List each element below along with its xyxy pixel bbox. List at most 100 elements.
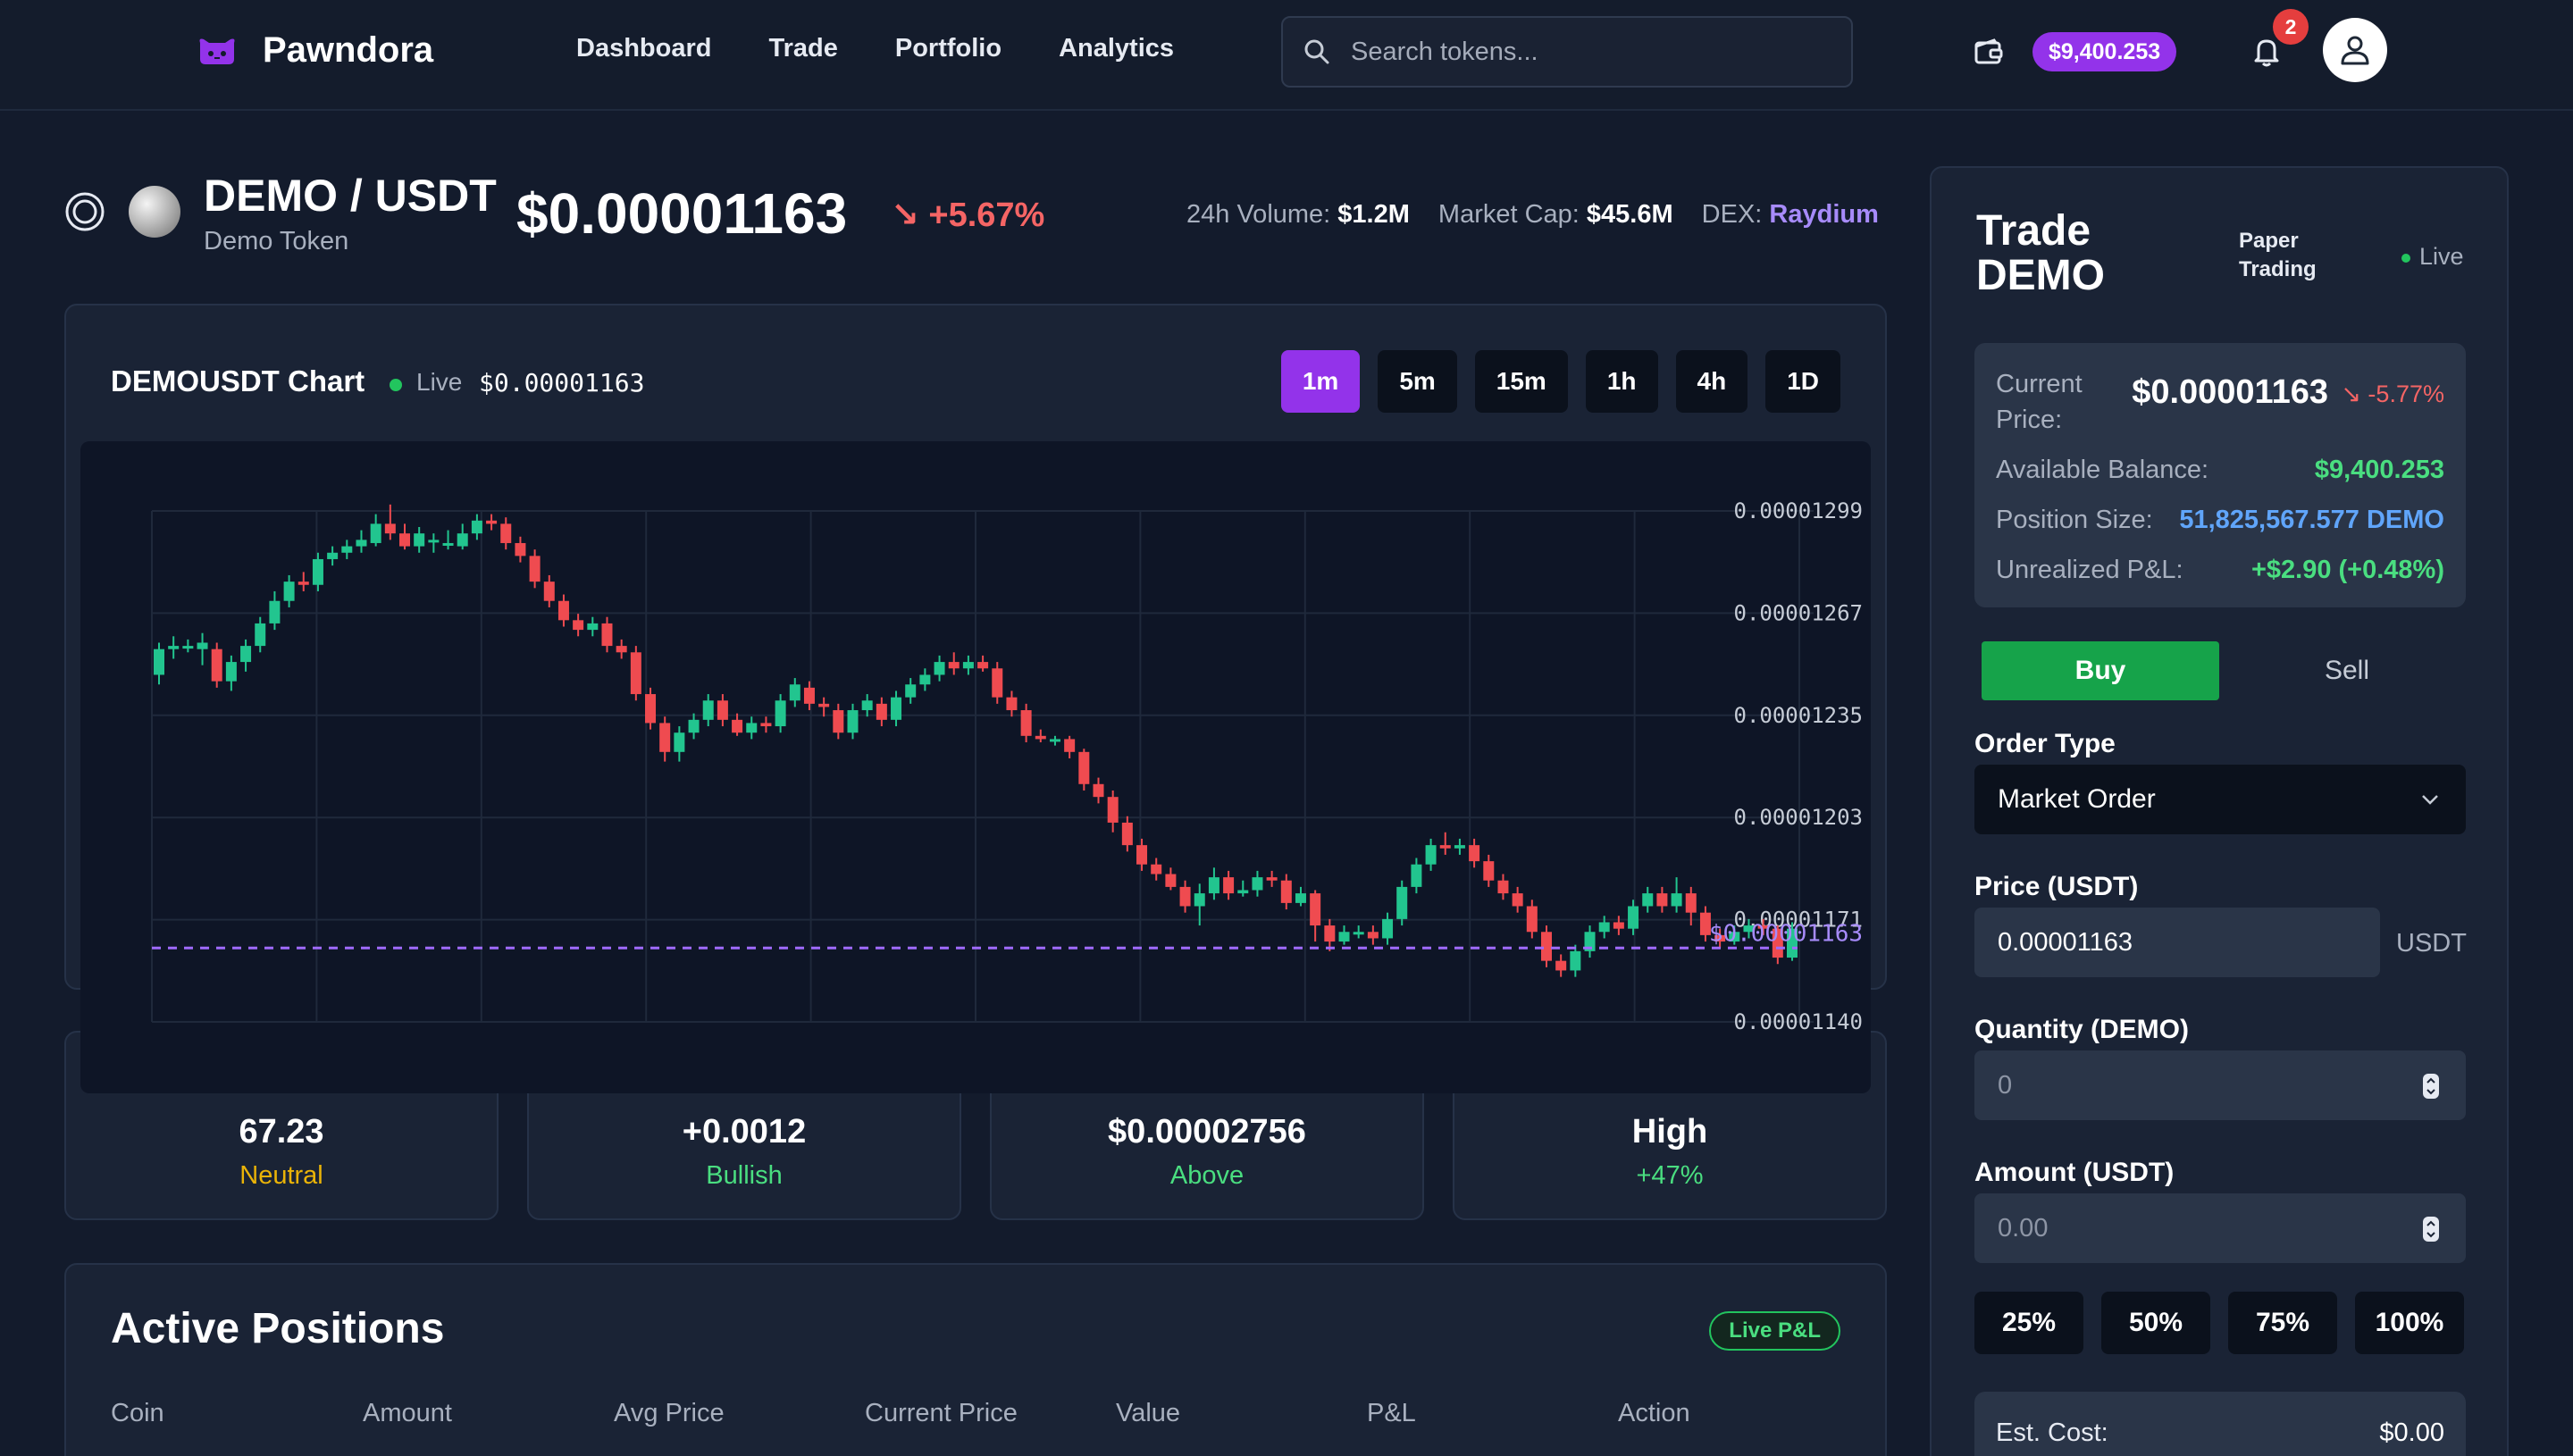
candle-body xyxy=(1411,864,1422,887)
candle-body xyxy=(891,697,902,720)
sell-tab[interactable]: Sell xyxy=(2228,641,2466,700)
candle-body xyxy=(948,662,960,669)
dex-link[interactable]: Raydium xyxy=(1769,200,1878,229)
col-amount[interactable]: Amount xyxy=(363,1399,452,1428)
token-logo-icon xyxy=(129,186,180,238)
candle-body xyxy=(1382,918,1394,939)
amount-input[interactable]: 0.00 xyxy=(1974,1193,2466,1263)
y-tick-label: 0.00001235 xyxy=(1734,703,1864,728)
candle-body xyxy=(1237,890,1249,894)
candle-body xyxy=(1165,874,1177,887)
candle-body xyxy=(168,646,180,649)
candle-body xyxy=(732,719,743,733)
candle-body xyxy=(1454,845,1465,849)
candlestick-chart[interactable]: 0.00001299 0.00001267 0.00001235 0.00001203… xyxy=(80,441,1871,1093)
brand[interactable]: Pawndora xyxy=(195,30,433,71)
indicator-value: High xyxy=(1631,1113,1708,1151)
search-input[interactable] xyxy=(1351,37,1833,67)
candle-body xyxy=(587,623,599,631)
y-tick-label: 0.00001267 xyxy=(1734,600,1864,625)
candle-body xyxy=(1151,864,1162,874)
candle-body xyxy=(327,552,339,559)
candle-body xyxy=(515,542,526,556)
candle-body xyxy=(847,710,859,733)
candle-body xyxy=(384,523,396,534)
col-avg-price[interactable]: Avg Price xyxy=(614,1399,725,1428)
live-label: Live xyxy=(416,368,463,396)
candle-body xyxy=(500,523,512,543)
candle-body xyxy=(760,723,772,727)
candle-body xyxy=(370,523,381,543)
candle-body xyxy=(1208,877,1219,894)
buy-tab[interactable]: Buy xyxy=(1982,641,2219,700)
quantity-input[interactable]: 0 xyxy=(1974,1050,2466,1120)
pct-100-button[interactable]: 100% xyxy=(2355,1292,2464,1354)
pct-50-button[interactable]: 50% xyxy=(2101,1292,2210,1354)
candle-body xyxy=(1223,877,1235,894)
candle-body xyxy=(211,649,222,682)
avatar[interactable] xyxy=(2323,18,2387,82)
indicator-value: 67.23 xyxy=(239,1113,324,1151)
candle-body xyxy=(182,646,194,649)
order-type-select[interactable]: Market Order xyxy=(1974,765,2466,834)
candle-body xyxy=(1425,845,1437,865)
candle-body xyxy=(803,687,815,704)
candle-body xyxy=(1107,797,1119,823)
candle-body xyxy=(717,700,728,720)
notification-count-badge: 2 xyxy=(2273,9,2309,45)
candle-body xyxy=(486,520,498,524)
timeframe-4h[interactable]: 4h xyxy=(1675,350,1748,413)
live-price: $0.00001163 xyxy=(479,368,645,397)
user-icon xyxy=(2341,36,2369,65)
y-tick-label: 0.00001203 xyxy=(1734,805,1864,830)
nav-portfolio[interactable]: Portfolio xyxy=(895,34,1002,63)
candlestick-svg: 0.00001299 0.00001267 0.00001235 0.00001203… xyxy=(151,498,1864,1034)
candle-body xyxy=(775,700,786,727)
position-label: Position Size: xyxy=(1996,506,2153,534)
target-icon[interactable] xyxy=(64,191,105,232)
candle-body xyxy=(934,662,945,675)
candle-body xyxy=(197,642,208,649)
candle-body xyxy=(298,582,309,585)
live-pnl-badge: Live P&L xyxy=(1709,1311,1840,1351)
timeframe-5m[interactable]: 5m xyxy=(1378,350,1457,413)
candle-body xyxy=(442,542,454,546)
candle-body xyxy=(861,700,873,711)
candle-body xyxy=(471,520,482,534)
nav-trade[interactable]: Trade xyxy=(768,34,837,63)
timeframe-1d[interactable]: 1D xyxy=(1765,350,1840,413)
candle-body xyxy=(543,582,555,601)
search-box[interactable] xyxy=(1281,16,1853,88)
quantity-label: Quantity (DEMO) xyxy=(1974,1015,2189,1044)
timeframe-15m[interactable]: 15m xyxy=(1474,350,1568,413)
candle-body xyxy=(255,623,266,647)
timeframe-1m[interactable]: 1m xyxy=(1280,350,1361,413)
price-change: ↘ +5.67% xyxy=(891,197,1045,234)
wallet-icon[interactable] xyxy=(1973,36,2005,68)
est-cost-box: Est. Cost: $0.00 xyxy=(1974,1392,2466,1456)
nav-analytics[interactable]: Analytics xyxy=(1059,34,1174,63)
pct-25-button[interactable]: 25% xyxy=(1974,1292,2083,1354)
col-current-price[interactable]: Current Price xyxy=(865,1399,1018,1428)
percentage-buttons: 25% 50% 75% 100% xyxy=(1974,1292,2464,1354)
candle-body xyxy=(414,533,425,547)
col-pnl[interactable]: P&L xyxy=(1367,1399,1416,1428)
trade-panel: Trade DEMO Paper Trading Live Current Pr… xyxy=(1930,166,2509,1456)
token-name: Demo Token xyxy=(204,227,349,255)
price-input[interactable]: 0.00001163 xyxy=(1974,908,2380,977)
col-coin[interactable]: Coin xyxy=(111,1399,164,1428)
y-tick-label: 0.00001140 xyxy=(1734,1009,1864,1034)
candle-body xyxy=(457,533,468,547)
volume-label: 24h Volume: xyxy=(1186,200,1331,229)
top-nav: Pawndora Dashboard Trade Portfolio Analy… xyxy=(0,0,2573,111)
stepper-icon[interactable] xyxy=(2421,1072,2441,1100)
nav-dashboard[interactable]: Dashboard xyxy=(576,34,711,63)
stepper-icon[interactable] xyxy=(2421,1215,2441,1243)
candle-body xyxy=(630,652,641,695)
pct-75-button[interactable]: 75% xyxy=(2228,1292,2337,1354)
timeframe-1h[interactable]: 1h xyxy=(1585,350,1658,413)
balance-badge[interactable]: $9,400.253 xyxy=(2032,32,2177,71)
col-value[interactable]: Value xyxy=(1116,1399,1180,1428)
candle-body xyxy=(1570,950,1581,971)
col-action[interactable]: Action xyxy=(1618,1399,1690,1428)
